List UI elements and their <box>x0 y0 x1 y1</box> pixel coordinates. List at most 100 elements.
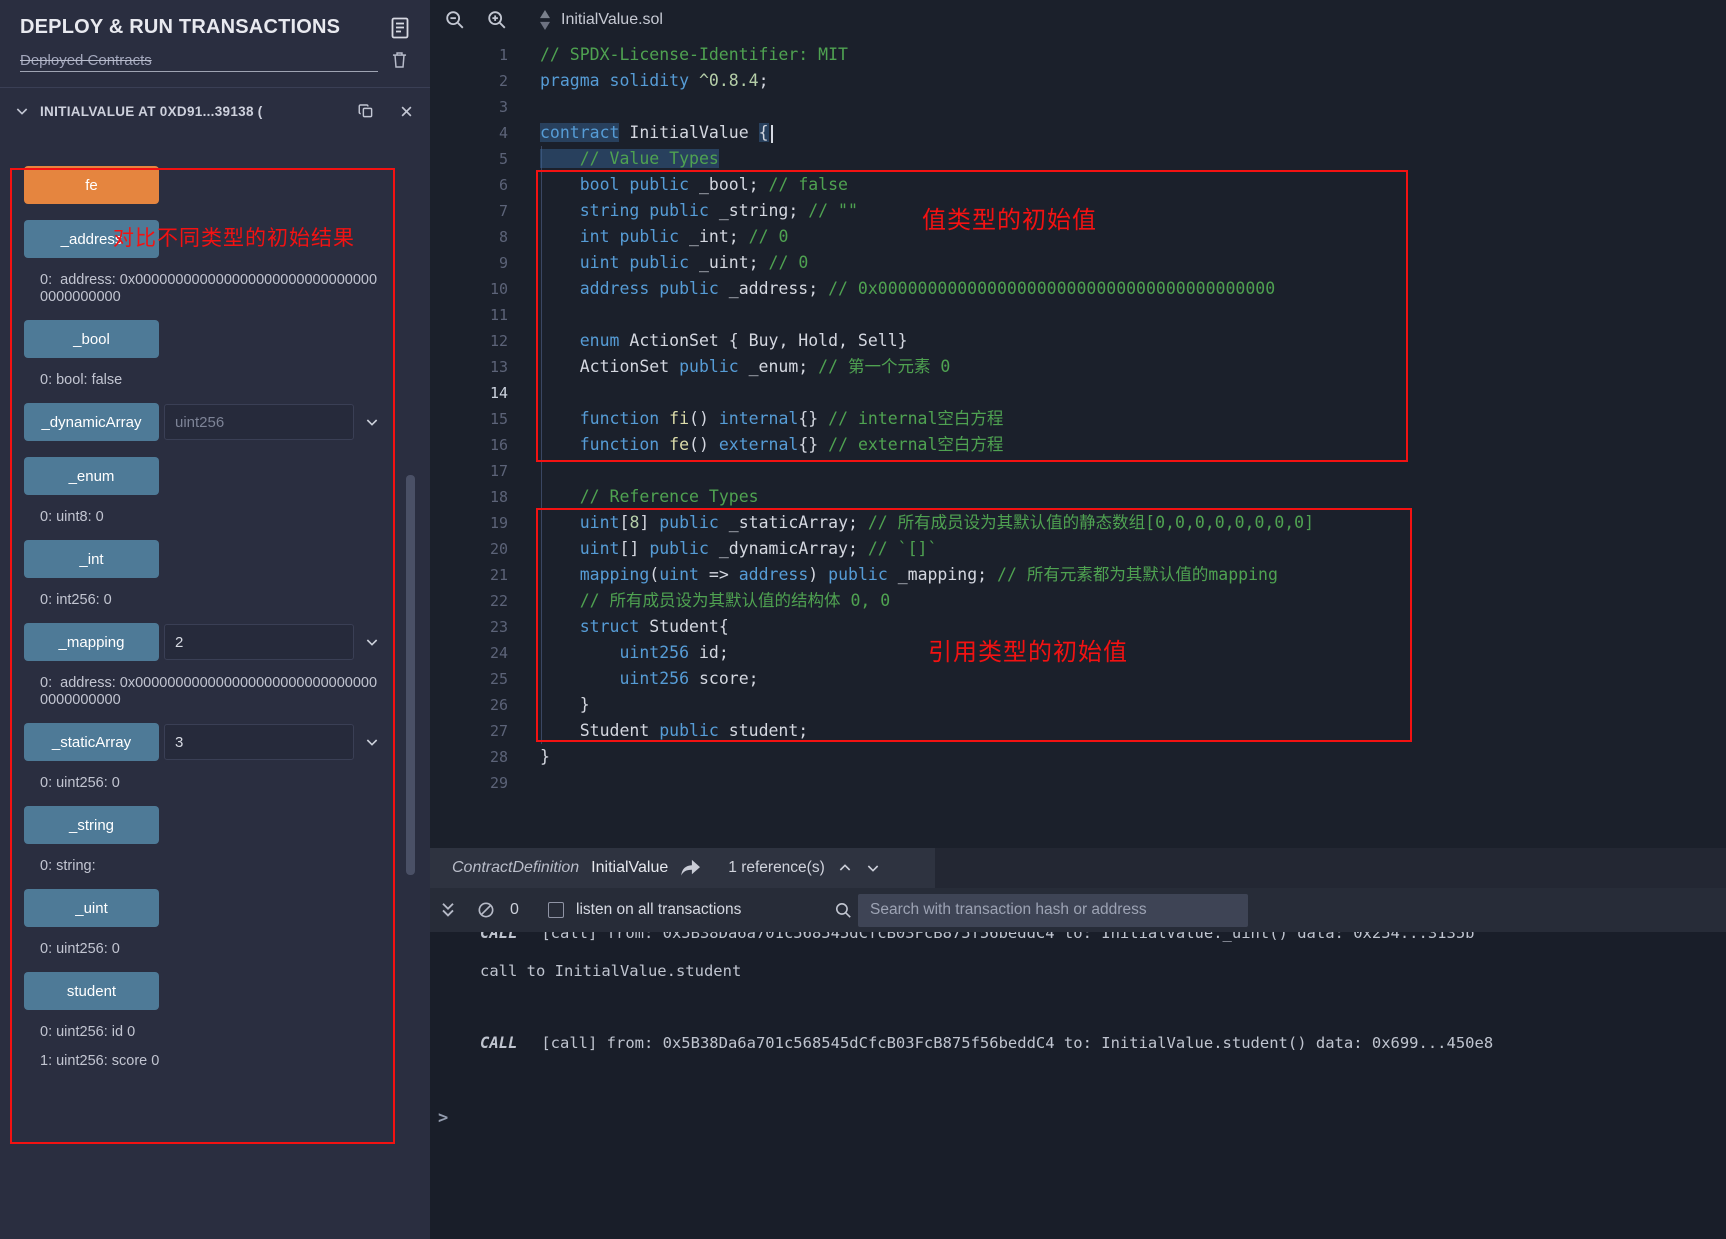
code-line: 7 string public _string; // "" <box>430 198 1726 224</box>
expand-terminal-icon[interactable] <box>438 900 458 920</box>
chevron-down-icon[interactable] <box>359 414 385 430</box>
return-value: 0: address: 0x00000000000000000000000000… <box>24 675 380 709</box>
code-text: uint256 score; <box>540 666 759 692</box>
code-text: int public _int; // 0 <box>540 224 788 250</box>
listen-all-transactions-checkbox[interactable] <box>548 902 564 918</box>
deploy-run-panel: DEPLOY & RUN TRANSACTIONS Deployed Contr… <box>0 0 430 1239</box>
reference-statusbar: ContractDefinition InitialValue 1 refere… <box>430 848 1726 888</box>
code-area[interactable]: 1 // SPDX-License-Identifier: MIT 2 pragma … <box>430 42 1726 848</box>
code-text: } <box>540 744 550 770</box>
call-row: _address <box>24 220 159 258</box>
arg-input-_dynamicArray[interactable] <box>164 404 354 440</box>
line-number: 21 <box>430 562 508 588</box>
terminal-logs: CALL[call] from: 0x5B38Da6a701c568545dCf… <box>430 888 1726 1239</box>
line-number: 6 <box>430 172 508 198</box>
line-number: 24 <box>430 640 508 666</box>
line-number: 11 <box>430 302 508 328</box>
code-line: 5 // Value Types <box>430 146 1726 172</box>
call-button-_string[interactable]: _string <box>24 806 159 844</box>
arg-input-_mapping[interactable] <box>164 624 354 660</box>
call-button-_mapping[interactable]: _mapping <box>24 623 159 661</box>
references-count[interactable]: 1 reference(s) <box>728 859 824 877</box>
code-text: ActionSet public _enum; // 第一个元素 0 <box>540 354 950 380</box>
line-number: 1 <box>430 42 508 68</box>
text-cursor <box>771 125 773 143</box>
listen-all-transactions-label[interactable]: listen on all transactions <box>576 888 741 932</box>
code-text: uint[8] public _staticArray; // 所有成员设为其默… <box>540 510 1314 536</box>
solidity-icon <box>538 10 552 30</box>
code-text: // Value Types <box>540 146 719 172</box>
terminal-search-input[interactable] <box>858 894 1248 927</box>
code-line: 2 pragma solidity ^0.8.4; <box>430 68 1726 94</box>
code-text: bool public _bool; // false <box>540 172 848 198</box>
line-number: 20 <box>430 536 508 562</box>
deployed-contract-card: INITIALVALUE AT 0XD91...39138 ( fe _addre… <box>0 87 430 1076</box>
line-number: 10 <box>430 276 508 302</box>
call-button-_address[interactable]: _address <box>24 220 159 258</box>
code-text: string public _string; // "" <box>540 198 858 224</box>
code-line: 28} <box>430 744 1726 770</box>
call-row: fe <box>24 166 159 204</box>
call-row: _enum <box>24 457 159 495</box>
code-editor: InitialValue.sol 1 // SPDX-License-Identi… <box>430 0 1726 848</box>
chevron-down-icon[interactable] <box>359 634 385 650</box>
call-button-_bool[interactable]: _bool <box>24 320 159 358</box>
code-line: 25 uint256 score; <box>430 666 1726 692</box>
node-type-label: ContractDefinition <box>452 859 579 877</box>
call-button-fe[interactable]: fe <box>24 166 159 204</box>
terminal-log-line[interactable]: CALL[call] from: 0x5B38Da6a701c568545dCf… <box>480 1034 1493 1052</box>
terminal-log-line[interactable]: call to InitialValue.student <box>480 962 741 980</box>
code-text: pragma solidity ^0.8.4; <box>540 68 769 94</box>
go-to-definition-icon[interactable] <box>680 859 702 877</box>
call-button-_uint[interactable]: _uint <box>24 889 159 927</box>
line-number: 26 <box>430 692 508 718</box>
code-line: 14 <box>430 380 1726 406</box>
zoom-in-icon[interactable] <box>486 9 508 31</box>
contract-instance-title[interactable]: INITIALVALUE AT 0XD91...39138 ( <box>40 104 347 119</box>
arg-input-_staticArray[interactable] <box>164 724 354 760</box>
zoom-out-icon[interactable] <box>444 9 466 31</box>
clear-console-icon[interactable] <box>476 900 496 920</box>
line-number: 2 <box>430 68 508 94</box>
return-value: 0: bool: false <box>24 372 380 389</box>
line-number: 19 <box>430 510 508 536</box>
call-row: _staticArray <box>24 723 385 761</box>
call-button-_int[interactable]: _int <box>24 540 159 578</box>
tab-initialvalue-sol[interactable]: InitialValue.sol <box>538 10 663 30</box>
copy-icon[interactable] <box>357 102 375 120</box>
chevron-down-icon[interactable] <box>14 103 30 119</box>
call-button-student[interactable]: student <box>24 972 159 1010</box>
line-number: 14 <box>430 380 508 406</box>
call-button-_staticArray[interactable]: _staticArray <box>24 723 159 761</box>
call-button-_enum[interactable]: _enum <box>24 457 159 495</box>
code-text: // SPDX-License-Identifier: MIT <box>540 42 848 68</box>
line-number: 25 <box>430 666 508 692</box>
return-value: 0: uint256: id 0 <box>24 1024 380 1041</box>
code-line: 13 ActionSet public _enum; // 第一个元素 0 <box>430 354 1726 380</box>
trash-icon[interactable] <box>391 51 408 69</box>
chevron-down-icon[interactable] <box>359 734 385 750</box>
contract-actions: fe _address 0: address: 0x0000000000000000… <box>0 132 430 1076</box>
chevron-down-icon[interactable] <box>865 860 881 876</box>
code-text: // 所有成员设为其默认值的结构体 0, 0 <box>540 588 890 614</box>
log-text: [call] from: 0x5B38Da6a701c568545dCfcB03… <box>541 1034 1493 1052</box>
code-line: 21 mapping(uint => address) public _mapp… <box>430 562 1726 588</box>
log-text: call to InitialValue.student <box>480 962 741 980</box>
code-text: address public _address; // 0x0000000000… <box>540 276 1275 302</box>
chevron-up-icon[interactable] <box>837 860 853 876</box>
code-text: Student public student; <box>540 718 808 744</box>
close-icon[interactable] <box>399 104 414 119</box>
code-text: enum ActionSet { Buy, Hold, Sell} <box>540 328 908 354</box>
code-line: 6 bool public _bool; // false <box>430 172 1726 198</box>
panel-menu-icon[interactable] <box>390 17 410 39</box>
call-button-_dynamicArray[interactable]: _dynamicArray <box>24 403 159 441</box>
scrollbar[interactable] <box>406 475 415 875</box>
code-line: 23 struct Student{ <box>430 614 1726 640</box>
tab-label: InitialValue.sol <box>561 11 663 29</box>
line-number: 15 <box>430 406 508 432</box>
code-line: 8 int public _int; // 0 <box>430 224 1726 250</box>
code-line: 4contract InitialValue { <box>430 120 1726 146</box>
code-line: 3 <box>430 94 1726 120</box>
line-number: 12 <box>430 328 508 354</box>
call-row: _bool <box>24 320 159 358</box>
